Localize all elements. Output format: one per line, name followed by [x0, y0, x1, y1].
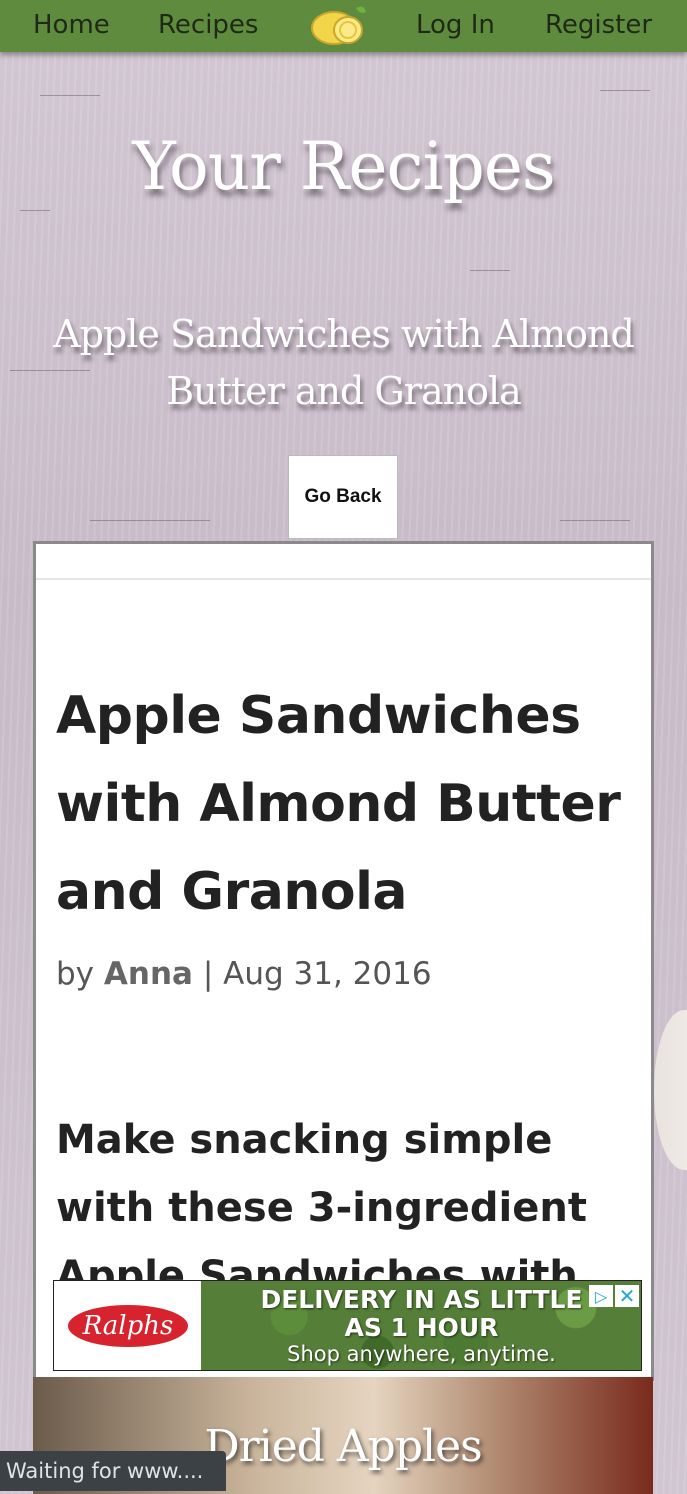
nav-login-link[interactable]: Log In — [416, 10, 495, 40]
article-title: Apple Sandwiches with Almond Butter and … — [56, 686, 621, 922]
article-date: Aug 31, 2016 — [223, 956, 432, 992]
browser-status-bar: Waiting for www.... — [0, 1451, 226, 1491]
recipe-subtitle: Apple Sandwiches with Almond Butter and … — [53, 312, 635, 413]
ad-headline-2: AS 1 HOUR — [344, 1313, 499, 1342]
nav-recipes-link[interactable]: Recipes — [158, 10, 258, 40]
bowl-decoration — [654, 1010, 687, 1170]
article-card: Apple Sandwiches with Almond Butter and … — [33, 541, 654, 1381]
close-icon[interactable]: ✕ — [615, 1284, 639, 1308]
adchoices-icon[interactable]: ▷ — [589, 1285, 613, 1307]
card-divider — [36, 578, 651, 580]
ad-headline: DELIVERY IN AS LITTLE — [260, 1285, 583, 1314]
page-title: Your Recipes — [132, 128, 556, 205]
top-nav: Home Recipes Log In Register — [0, 0, 687, 52]
author-link[interactable]: Anna — [104, 956, 193, 992]
lemon-logo-icon[interactable] — [306, 0, 370, 50]
ad-brand-logo: Ralphs — [68, 1305, 188, 1347]
byline-separator: | — [202, 956, 214, 992]
ad-tagline: Shop anywhere, anytime. — [287, 1342, 556, 1366]
article-byline: by Anna | Aug 31, 2016 — [56, 956, 432, 992]
nav-register-link[interactable]: Register — [545, 10, 652, 40]
byline-by: by — [56, 956, 95, 992]
go-back-button[interactable]: Go Back — [288, 455, 398, 539]
ad-banner[interactable]: Ralphs DELIVERY IN AS LITTLE AS 1 HOUR S… — [53, 1280, 642, 1371]
nav-home-link[interactable]: Home — [33, 10, 110, 40]
ad-logo-box: Ralphs — [54, 1281, 201, 1370]
